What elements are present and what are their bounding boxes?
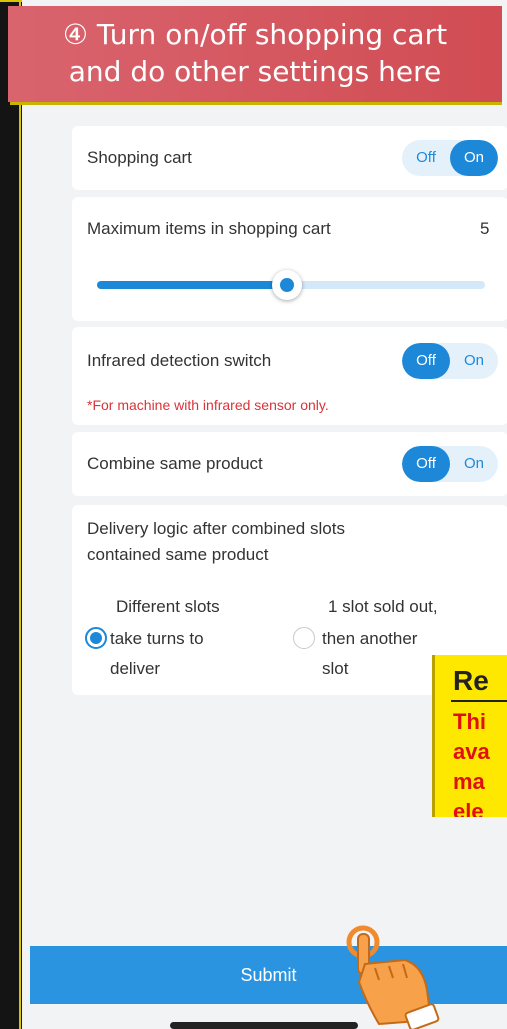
banner-line1: ④ Turn on/off shopping cart bbox=[62, 18, 448, 51]
banner-separator bbox=[10, 102, 502, 105]
notice-underline bbox=[451, 700, 507, 702]
delivery-title-line1: Delivery logic after combined slots bbox=[87, 519, 345, 538]
option1-line3: deliver bbox=[110, 659, 161, 678]
combine-card: Combine same product Off On bbox=[72, 432, 507, 496]
option-sold-out-radio[interactable] bbox=[293, 627, 315, 649]
delivery-title-line2: contained same product bbox=[87, 545, 269, 564]
notice-line: Thi bbox=[453, 709, 486, 734]
option2-line1: 1 slot sold out, bbox=[328, 597, 438, 616]
infrared-label: Infrared detection switch bbox=[87, 351, 272, 370]
infrared-note: *For machine with infrared sensor only. bbox=[87, 397, 329, 413]
notice-body: Thi ava ma ele bbox=[453, 707, 490, 817]
frame-left-line bbox=[19, 0, 21, 1029]
option-different-slots-radio[interactable] bbox=[85, 627, 107, 649]
toggle-on[interactable]: On bbox=[450, 343, 498, 379]
max-items-card: Maximum items in shopping cart 5 bbox=[72, 197, 507, 321]
infrared-card: Infrared detection switch Off On *For ma… bbox=[72, 327, 507, 425]
toggle-on[interactable]: On bbox=[450, 140, 498, 176]
notice-title: Re bbox=[453, 665, 489, 696]
toggle-off[interactable]: Off bbox=[402, 343, 450, 379]
toggle-off[interactable]: Off bbox=[402, 446, 450, 482]
shopping-cart-card: Shopping cart Off On bbox=[72, 126, 507, 190]
toggle-on[interactable]: On bbox=[450, 446, 498, 482]
combine-label: Combine same product bbox=[87, 454, 263, 473]
infrared-toggle[interactable]: Off On bbox=[402, 343, 498, 379]
combine-toggle[interactable]: Off On bbox=[402, 446, 498, 482]
notice-line: ma bbox=[453, 769, 485, 794]
phone-screen: Shopping cart Off On Maximum items in sh… bbox=[22, 0, 507, 1029]
toggle-off[interactable]: Off bbox=[402, 140, 450, 176]
max-items-label: Maximum items in shopping cart bbox=[87, 219, 331, 238]
max-items-value: 5 bbox=[480, 219, 490, 238]
tap-hand-icon bbox=[346, 925, 440, 1029]
option2-line2: then another bbox=[322, 629, 418, 648]
shopping-cart-label: Shopping cart bbox=[87, 148, 192, 167]
notice-line: ava bbox=[453, 739, 490, 764]
banner-line2: and do other settings here bbox=[68, 55, 442, 88]
shopping-cart-toggle[interactable]: Off On bbox=[402, 140, 498, 176]
option1-line2: take turns to bbox=[110, 629, 204, 648]
notice-overlay: Re Thi ava ma ele bbox=[432, 655, 507, 817]
home-indicator bbox=[170, 1022, 358, 1029]
option2-line3: slot bbox=[322, 659, 349, 678]
notice-line: ele bbox=[453, 799, 484, 817]
tutorial-banner: ④ Turn on/off shopping cart and do other… bbox=[8, 6, 502, 102]
max-items-slider-fill bbox=[97, 281, 288, 289]
max-items-slider-knob[interactable] bbox=[272, 270, 303, 300]
option1-line1: Different slots bbox=[116, 597, 220, 616]
